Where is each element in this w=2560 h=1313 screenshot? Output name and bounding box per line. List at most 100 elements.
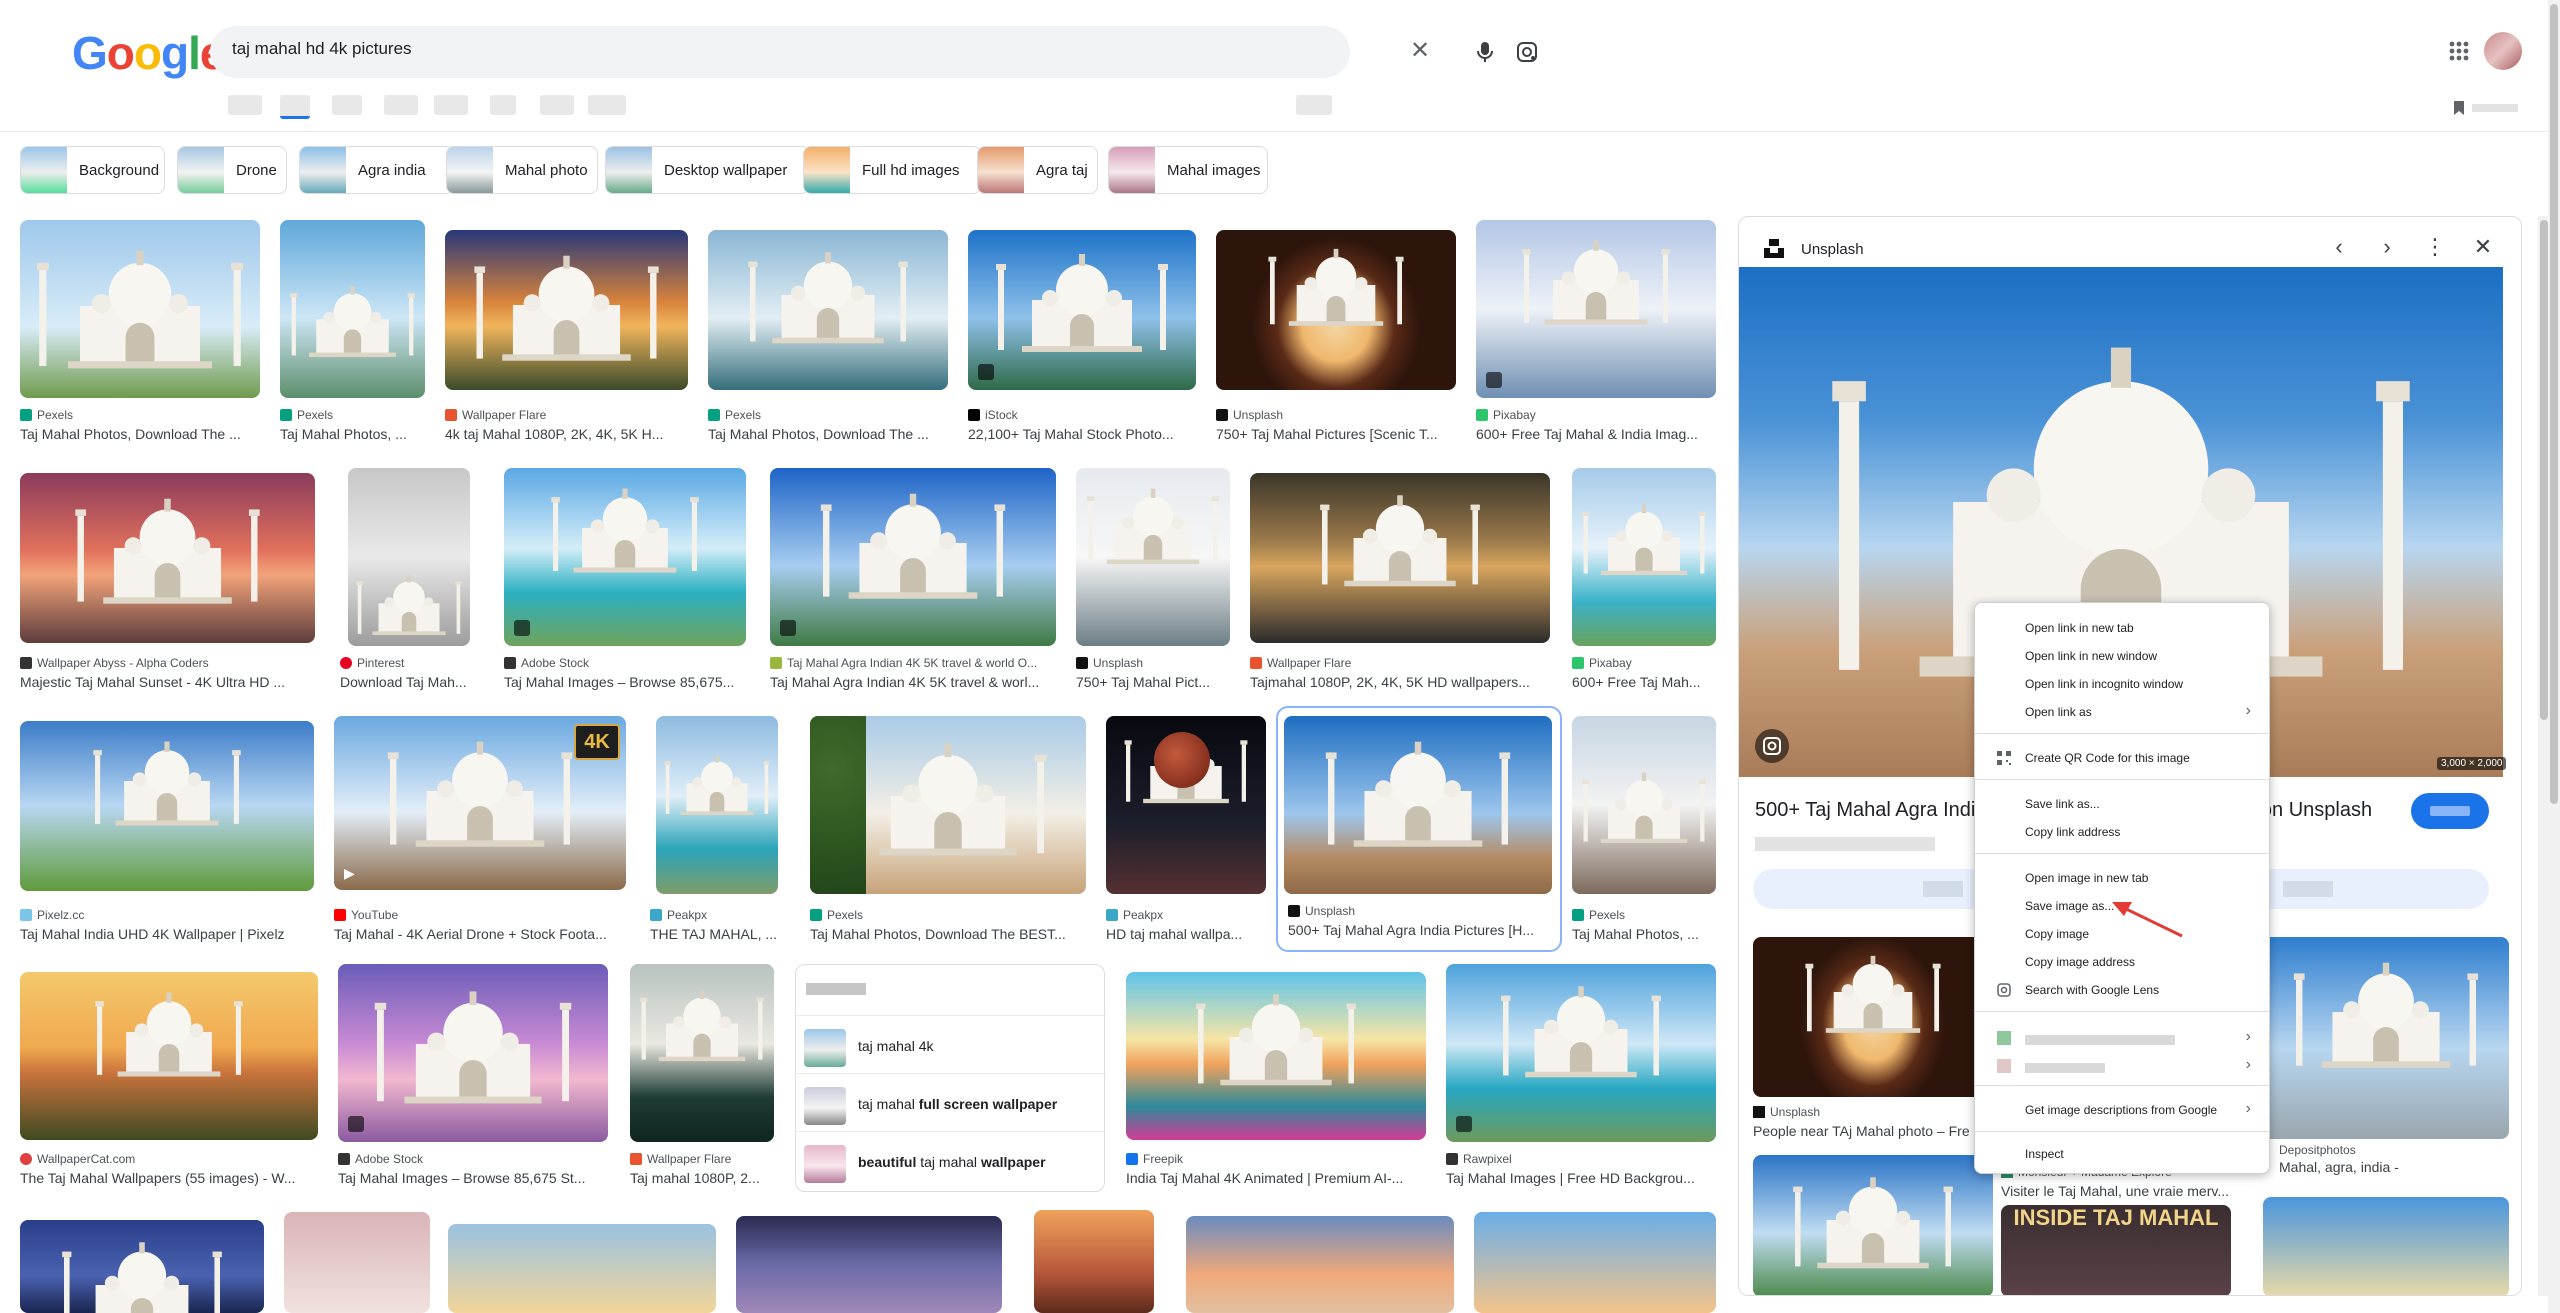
result-thumbnail[interactable] (810, 716, 1086, 894)
menu-create-qr-code[interactable]: Create QR Code for this image (1975, 745, 2269, 771)
result-thumbnail[interactable] (20, 1220, 264, 1313)
tab-maps[interactable] (490, 95, 516, 115)
chip-desktop-wallpaper[interactable]: Desktop wallpaper (605, 146, 809, 194)
result-title[interactable]: The Taj Mahal Wallpapers (55 images) - W… (20, 1170, 318, 1186)
panel-scrollbar-thumb[interactable] (2540, 220, 2548, 720)
image-result[interactable]: Wallpaper Abyss - Alpha Coders Majestic … (20, 468, 315, 700)
result-title[interactable]: 22,100+ Taj Mahal Stock Photo... (968, 426, 1196, 442)
chip-agra-india[interactable]: Agra india (299, 146, 454, 194)
result-title[interactable]: 4k taj Mahal 1080P, 2K, 4K, 5K H... (445, 426, 688, 442)
image-result-selected[interactable]: Unsplash 500+ Taj Mahal Agra India Pictu… (1276, 706, 1562, 952)
more-options-icon[interactable]: ⋮ (2419, 231, 2451, 263)
image-result[interactable]: Pexels Taj Mahal Photos, Download The BE… (810, 716, 1086, 948)
related-image[interactable]: Depositphotos Mahal, agra, india - (2263, 937, 2509, 1175)
result-thumbnail[interactable] (1126, 972, 1426, 1140)
related-title[interactable]: People near TAj Mahal photo – Fre (1753, 1123, 1993, 1139)
menu-open-link-incognito[interactable]: Open link in incognito window (1975, 671, 2269, 697)
result-title[interactable]: Taj Mahal Images – Browse 85,675 St... (338, 1170, 608, 1186)
saved-images-button[interactable] (2452, 100, 2522, 116)
result-thumbnail[interactable] (1476, 220, 1716, 398)
chip-background[interactable]: Background (20, 146, 165, 194)
result-thumbnail[interactable] (20, 972, 318, 1140)
result-title[interactable]: Taj Mahal Photos, ... (280, 426, 425, 442)
result-title[interactable]: 750+ Taj Mahal Pictures [Scenic T... (1216, 426, 1456, 442)
image-result[interactable] (1474, 1212, 1716, 1313)
menu-open-link-new-tab[interactable]: Open link in new tab (1975, 615, 2269, 641)
chip-drone[interactable]: Drone (177, 146, 287, 194)
result-thumbnail[interactable] (504, 468, 746, 646)
image-result[interactable]: Peakpx HD taj mahal wallpa... (1106, 716, 1266, 948)
related-thumbnail[interactable] (1753, 937, 1993, 1097)
microphone-icon[interactable] (1474, 40, 1496, 64)
result-title[interactable]: Tajmahal 1080P, 2K, 4K, 5K HD wallpapers… (1250, 674, 1550, 690)
image-result[interactable] (448, 1224, 716, 1313)
related-image[interactable] (1753, 1155, 1993, 1295)
related-image[interactable]: Monsieur + Madame Explore Visiter le Taj… (2001, 1165, 2257, 1295)
result-thumbnail[interactable] (1446, 964, 1716, 1142)
image-result[interactable]: Pixelz.cc Taj Mahal India UHD 4K Wallpap… (20, 716, 314, 948)
google-logo[interactable]: Google (72, 30, 225, 76)
result-thumbnail[interactable] (445, 230, 688, 390)
result-thumbnail[interactable] (1076, 468, 1230, 646)
result-title[interactable]: Taj Mahal Photos, ... (1572, 926, 1716, 942)
menu-inspect[interactable]: Inspect (1975, 1141, 2269, 1167)
result-thumbnail[interactable] (20, 721, 314, 891)
google-apps-icon[interactable] (2448, 40, 2470, 62)
image-result[interactable]: 4K ▶ YouTube Taj Mahal - 4K Aerial Drone… (334, 716, 626, 948)
related-search-item[interactable]: taj mahal full screen wallpaper (796, 1073, 1106, 1131)
related-image[interactable]: Unsplash People near TAj Mahal photo – F… (1753, 937, 1993, 1157)
menu-save-image-as[interactable]: Save image as... (1975, 893, 2269, 919)
image-result[interactable]: Adobe Stock Taj Mahal Images – Browse 85… (338, 964, 608, 1196)
tools-button[interactable] (1296, 95, 1332, 115)
lens-search-icon[interactable] (1755, 729, 1789, 763)
result-thumbnail[interactable] (1284, 716, 1552, 894)
image-result[interactable]: Peakpx THE TAJ MAHAL, ... (650, 716, 780, 948)
search-box[interactable]: taj mahal hd 4k pictures ✕ (210, 26, 1537, 78)
chip-agra-taj[interactable]: Agra taj (977, 146, 1098, 194)
result-title[interactable]: Taj Mahal Images | Free HD Backgrou... (1446, 1170, 1716, 1186)
result-title[interactable]: THE TAJ MAHAL, ... (650, 926, 780, 942)
result-title[interactable]: Taj Mahal Images – Browse 85,675... (504, 674, 746, 690)
search-input[interactable]: taj mahal hd 4k pictures (232, 39, 412, 59)
related-search-item[interactable]: beautiful taj mahal wallpaper (796, 1131, 1106, 1189)
menu-open-image-new-tab[interactable]: Open image in new tab (1975, 865, 2269, 891)
tab-shopping[interactable] (384, 95, 418, 115)
result-thumbnail[interactable] (1034, 1210, 1154, 1313)
menu-get-image-descriptions[interactable]: Get image descriptions from Google › (1975, 1097, 2269, 1123)
menu-open-link-as[interactable]: Open link as › (1975, 699, 2269, 725)
result-thumbnail[interactable] (348, 468, 470, 646)
image-result[interactable]: iStock 22,100+ Taj Mahal Stock Photo... (968, 220, 1196, 450)
related-title[interactable]: Visiter le Taj Mahal, une vraie merv... (2001, 1183, 2257, 1199)
related-thumbnail[interactable]: INSIDE TAJ MAHAL (2001, 1205, 2231, 1295)
tab-news[interactable] (434, 95, 468, 115)
next-image-icon[interactable]: › (2371, 231, 2403, 263)
related-thumbnail[interactable] (2263, 937, 2509, 1139)
result-thumbnail[interactable]: 4K ▶ (334, 716, 626, 890)
related-search-item[interactable]: taj mahal 4k (796, 1015, 1106, 1073)
close-panel-icon[interactable]: ✕ (2467, 231, 2499, 263)
related-thumbnail[interactable] (2263, 1197, 2509, 1295)
account-avatar[interactable] (2484, 32, 2522, 70)
tab-videos[interactable] (332, 95, 362, 115)
image-result[interactable] (1186, 1216, 1454, 1313)
image-result[interactable]: Pexels Taj Mahal Photos, ... (280, 220, 425, 450)
image-result[interactable]: WallpaperCat.com The Taj Mahal Wallpaper… (20, 964, 318, 1196)
related-image[interactable] (2263, 1197, 2509, 1295)
result-thumbnail[interactable] (770, 468, 1056, 646)
menu-open-link-new-window[interactable]: Open link in new window (1975, 643, 2269, 669)
result-title[interactable]: HD taj mahal wallpa... (1106, 926, 1266, 942)
result-title[interactable]: India Taj Mahal 4K Animated | Premium AI… (1126, 1170, 1426, 1186)
result-title[interactable]: 600+ Free Taj Mahal & India Imag... (1476, 426, 1716, 442)
image-result[interactable]: Taj Mahal Agra Indian 4K 5K travel & wor… (770, 468, 1056, 700)
menu-search-google-lens[interactable]: Search with Google Lens (1975, 977, 2269, 1003)
result-title[interactable]: Taj mahal 1080P, 2... (630, 1170, 774, 1186)
panel-source-name[interactable]: Unsplash (1801, 241, 1864, 258)
result-title[interactable]: Taj Mahal India UHD 4K Wallpaper | Pixel… (20, 926, 314, 942)
image-result[interactable] (284, 1212, 430, 1313)
image-result[interactable]: Wallpaper Flare Tajmahal 1080P, 2K, 4K, … (1250, 468, 1550, 700)
image-result[interactable]: Freepik India Taj Mahal 4K Animated | Pr… (1126, 964, 1426, 1196)
chip-mahal-photo[interactable]: Mahal photo (446, 146, 598, 194)
result-thumbnail[interactable] (1572, 468, 1716, 646)
image-result[interactable]: Unsplash 750+ Taj Mahal Pict... (1076, 468, 1230, 700)
result-thumbnail[interactable] (708, 230, 948, 390)
